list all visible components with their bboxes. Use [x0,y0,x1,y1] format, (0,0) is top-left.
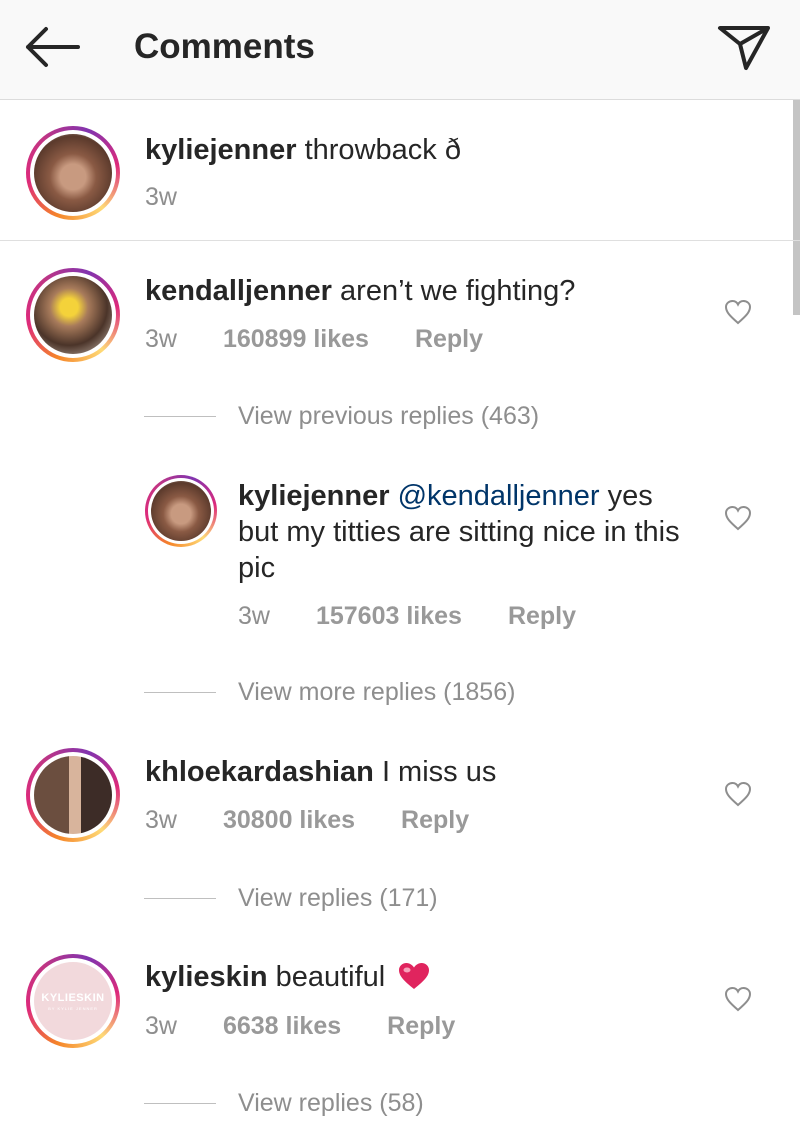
comment-username[interactable]: kylieskin [145,961,268,993]
view-more-replies[interactable]: View more replies (1856) [144,676,515,708]
scrollbar[interactable] [793,100,800,315]
view-replies[interactable]: View replies (58) [144,1087,424,1119]
reply-meta: 3w 157603 likes Reply [238,600,576,632]
likes-count[interactable]: 160899 likes [223,323,369,355]
heart-outline-icon[interactable] [724,986,752,1012]
reply-button[interactable]: Reply [415,323,483,355]
back-arrow-icon[interactable] [22,22,82,72]
likes-count[interactable]: 30800 likes [223,804,355,836]
heart-outline-icon[interactable] [724,299,752,325]
reply-button[interactable]: Reply [401,804,469,836]
heart-outline-icon[interactable] [724,781,752,807]
red-heart-emoji-icon [397,961,431,991]
paper-plane-icon[interactable] [716,22,772,72]
avatar-khloekardashian[interactable] [26,748,120,842]
avatar-kyliejenner[interactable] [26,126,120,220]
comment-time: 3w [145,1012,177,1040]
comment-username[interactable]: kendalljenner [145,275,332,307]
heart-outline-icon[interactable] [724,505,752,531]
caption-text: kyliejenner throwback ð [145,132,531,168]
reply-text: kyliejenner @kendalljenner yes but my ti… [238,478,688,586]
view-previous-replies[interactable]: View previous replies (463) [144,400,539,432]
view-replies-label[interactable]: View previous replies (463) [238,400,539,432]
divider [0,240,800,241]
comment-text: kendalljenner aren’t we fighting? [145,273,705,309]
top-bar: Comments [0,0,800,100]
avatar-photo [34,276,112,354]
comment-time: 3w [145,806,177,834]
reply-line [144,897,216,899]
avatar-photo [34,134,112,212]
avatar-kendalljenner[interactable] [26,268,120,362]
comment-time: 3w [145,325,177,353]
reply-username[interactable]: kyliejenner [238,480,390,512]
comment-body: I miss us [381,756,497,788]
reply-time: 3w [238,602,270,630]
avatar-photo [151,481,211,541]
comment-body: beautiful [275,961,386,993]
mention-link[interactable]: @kendalljenner [398,480,600,512]
avatar-photo [34,756,112,834]
reply-button[interactable]: Reply [508,600,576,632]
view-replies-label[interactable]: View replies (171) [238,882,438,914]
caption-username[interactable]: kyliejenner [145,134,297,166]
reply-line [144,415,216,417]
likes-count[interactable]: 157603 likes [316,600,462,632]
reply-button[interactable]: Reply [387,1010,455,1042]
avatar-kylieskin[interactable]: KYLIESKIN BY KYLIE JENNER [26,954,120,1048]
comment-meta: 3w 160899 likes Reply [145,323,483,355]
comment-body: aren’t we fighting? [340,275,576,307]
page-title: Comments [134,27,315,66]
likes-count[interactable]: 6638 likes [223,1010,341,1042]
comment-meta: 3w 6638 likes Reply [145,1010,455,1042]
comment-username[interactable]: khloekardashian [145,756,374,788]
reply-line [144,1102,216,1104]
view-replies-label[interactable]: View more replies (1856) [238,676,515,708]
comment-meta: 3w 30800 likes Reply [145,804,469,836]
caption-meta: 3w [145,181,177,213]
reply-line [144,691,216,693]
caption-time: 3w [145,183,177,211]
comment-text: khloekardashian I miss us [145,754,705,790]
view-replies[interactable]: View replies (171) [144,882,438,914]
kylieskin-logo: KYLIESKIN BY KYLIE JENNER [34,962,112,1040]
caption-body: throwback ð [304,134,531,166]
avatar-kyliejenner[interactable] [145,475,217,547]
comment-text: kylieskin beautiful [145,959,705,995]
view-replies-label[interactable]: View replies (58) [238,1087,424,1119]
